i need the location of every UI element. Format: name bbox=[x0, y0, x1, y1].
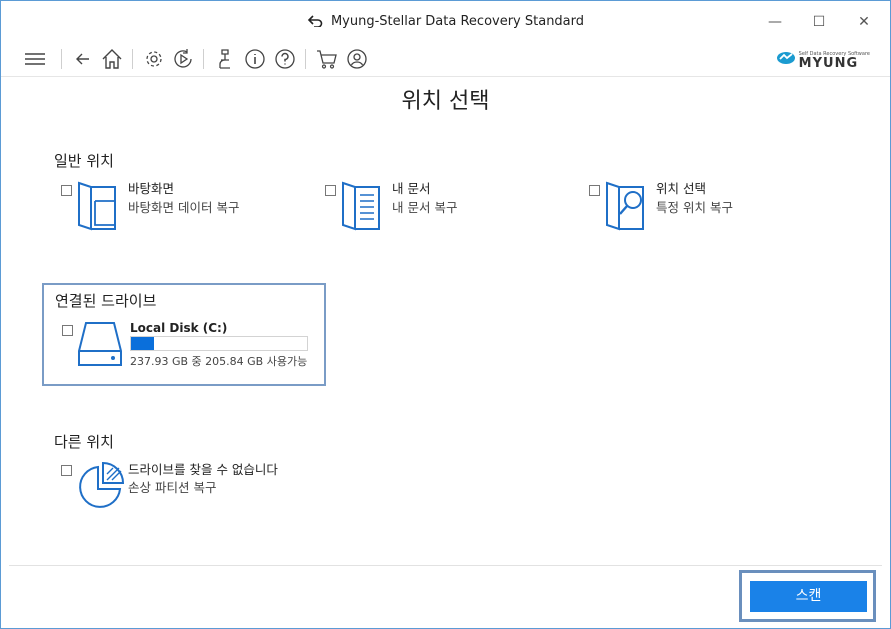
lost-partition-description: 손상 파티션 복구 bbox=[128, 480, 217, 495]
documents-folder-icon bbox=[341, 181, 381, 235]
disk-usage-fill bbox=[131, 337, 154, 350]
desktop-name: 바탕화면 bbox=[128, 181, 175, 196]
footer-divider bbox=[9, 565, 882, 566]
documents-checkbox[interactable] bbox=[325, 185, 336, 196]
toolbar-divider bbox=[61, 49, 62, 69]
myung-logo-icon bbox=[776, 50, 796, 70]
choose-location-checkbox[interactable] bbox=[589, 185, 600, 196]
documents-description: 내 문서 복구 bbox=[392, 200, 458, 215]
settings-icon[interactable] bbox=[142, 47, 166, 71]
scan-button[interactable]: 스캔 bbox=[750, 581, 867, 612]
desktop-checkbox[interactable] bbox=[61, 185, 72, 196]
common-locations-heading: 일반 위치 bbox=[54, 152, 114, 170]
window-title-wrap: Myung-Stellar Data Recovery Standard bbox=[1, 14, 890, 31]
connected-drives-heading: 연결된 드라이브 bbox=[55, 292, 157, 310]
scan-engine-icon[interactable] bbox=[213, 47, 237, 71]
folder-search-icon bbox=[605, 181, 645, 235]
app-window: Myung-Stellar Data Recovery Standard — ☐… bbox=[0, 0, 891, 629]
close-button[interactable]: ✕ bbox=[849, 9, 879, 35]
local-disk-usage: 237.93 GB 중 205.84 GB 사용가능 bbox=[130, 355, 308, 368]
menu-icon[interactable] bbox=[23, 47, 47, 71]
documents-name: 내 문서 bbox=[392, 181, 431, 196]
app-logo-icon bbox=[307, 15, 323, 31]
cart-icon[interactable] bbox=[315, 47, 339, 71]
other-locations-heading: 다른 위치 bbox=[54, 433, 114, 451]
minimize-button[interactable]: — bbox=[760, 9, 790, 35]
partition-pie-icon bbox=[76, 461, 126, 515]
account-icon[interactable] bbox=[345, 47, 369, 71]
toolbar-divider bbox=[203, 49, 204, 69]
logo-name: MYUNG bbox=[798, 55, 859, 71]
toolbar-divider bbox=[132, 49, 133, 69]
toolbar-divider bbox=[305, 49, 306, 69]
lost-partition-checkbox[interactable] bbox=[61, 465, 72, 476]
local-disk-name: Local Disk (C:) bbox=[130, 321, 228, 335]
hard-drive-icon bbox=[77, 321, 123, 371]
window-title: Myung-Stellar Data Recovery Standard bbox=[330, 14, 585, 29]
logo-text: Self Data Recovery Software MYUNG bbox=[799, 51, 870, 70]
help-icon[interactable] bbox=[273, 47, 297, 71]
page-title: 위치 선택 bbox=[401, 89, 490, 114]
choose-location-name: 위치 선택 bbox=[656, 181, 706, 196]
info-icon[interactable] bbox=[243, 47, 267, 71]
local-disk-checkbox[interactable] bbox=[62, 325, 73, 336]
lost-partition-name: 드라이브를 찾을 수 없습니다 bbox=[128, 462, 278, 477]
resume-icon[interactable] bbox=[171, 47, 195, 71]
desktop-description: 바탕화면 데이터 복구 bbox=[128, 200, 240, 215]
back-icon[interactable] bbox=[71, 47, 95, 71]
desktop-folder-icon bbox=[77, 181, 117, 235]
choose-location-description: 특정 위치 복구 bbox=[656, 200, 733, 215]
maximize-button[interactable]: ☐ bbox=[804, 9, 834, 35]
disk-usage-bar bbox=[130, 336, 308, 351]
brand-logo: Self Data Recovery Software MYUNG bbox=[776, 50, 870, 70]
title-bar: Myung-Stellar Data Recovery Standard — ☐… bbox=[1, 1, 890, 41]
home-icon[interactable] bbox=[100, 47, 124, 71]
toolbar: Self Data Recovery Software MYUNG bbox=[1, 41, 890, 77]
